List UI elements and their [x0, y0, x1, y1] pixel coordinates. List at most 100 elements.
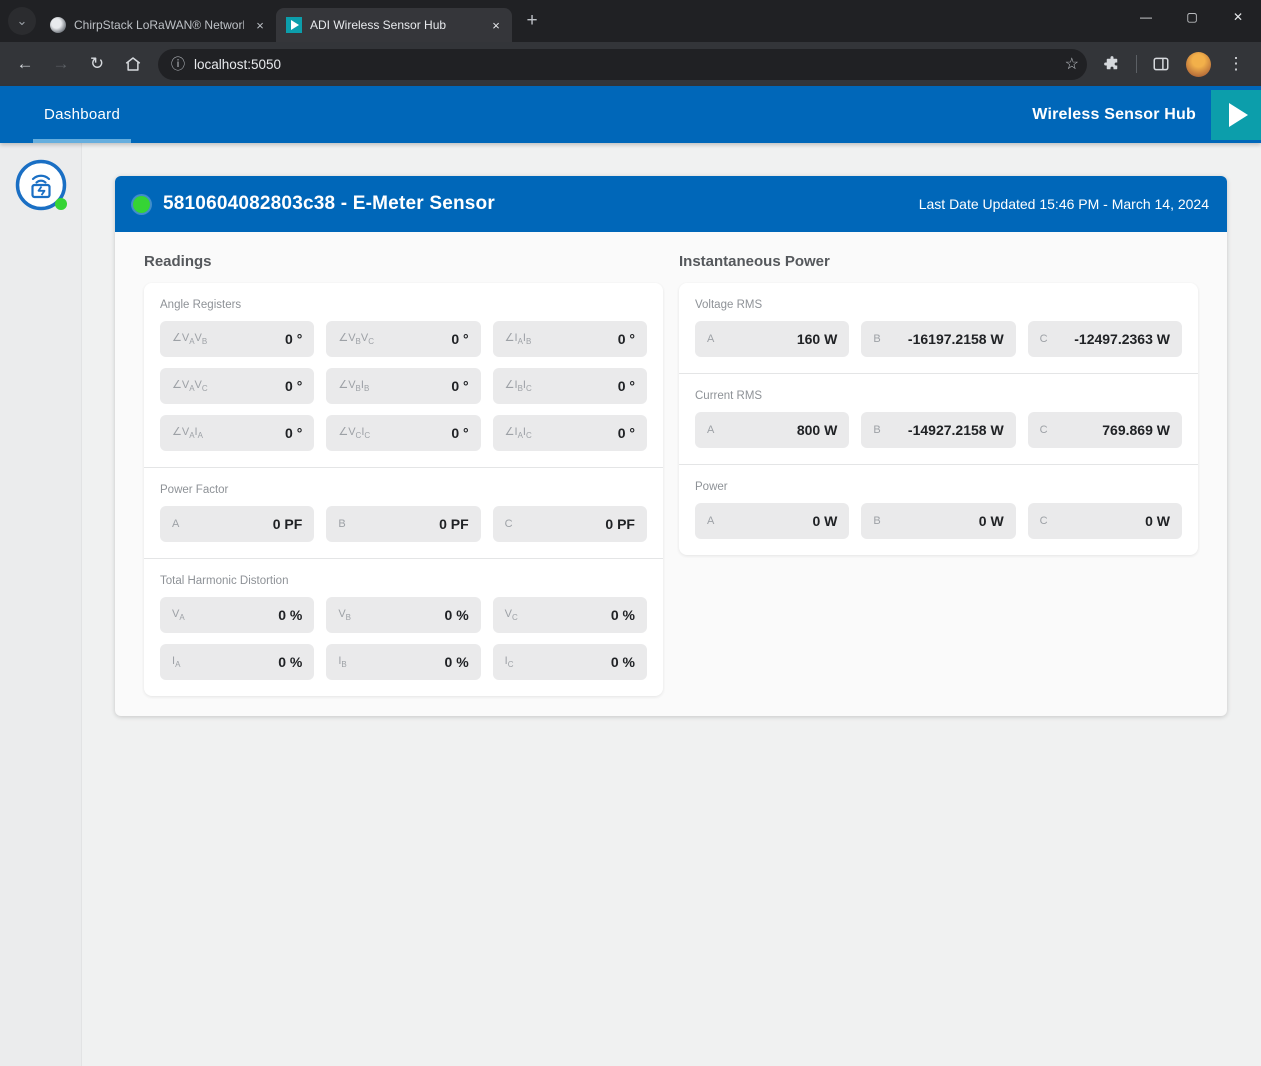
adi-triangle-icon	[1229, 103, 1248, 127]
sidebar	[0, 143, 82, 1066]
field-label: ∠IBIC	[505, 378, 532, 393]
site-info-icon[interactable]: ⓘ	[171, 54, 185, 74]
field-value: 0 °	[618, 425, 635, 441]
field-label: ∠VBVC	[338, 331, 374, 346]
field-label: A	[707, 333, 714, 345]
field-value: 0 W	[812, 513, 837, 529]
browser-toolbar: ← → ↻ ⓘ localhost:5050 ☆ ⋮	[0, 42, 1261, 86]
reading-field: ∠VCIC0 °	[326, 415, 480, 451]
side-panel-icon[interactable]	[1144, 47, 1178, 81]
reading-field: A 160 W	[695, 321, 849, 357]
field-value: 0 PF	[439, 516, 469, 532]
current-rms-grid: A800 WB-14927.2158 WC769.869 W	[695, 412, 1182, 448]
field-value: 0 %	[445, 654, 469, 670]
reading-field: B0 PF	[326, 506, 480, 542]
reading-field: VA0 %	[160, 597, 314, 633]
nav-tab-dashboard[interactable]: Dashboard	[33, 86, 131, 143]
field-label: ∠VCIC	[338, 425, 370, 440]
field-label: C	[505, 518, 513, 530]
panel-divider	[144, 558, 663, 559]
play-triangle-icon	[291, 20, 299, 30]
reload-button[interactable]: ↻	[80, 47, 114, 81]
group-title-thd: Total Harmonic Distortion	[160, 575, 647, 587]
field-value: -12497.2363 W	[1074, 331, 1170, 347]
field-label: IB	[338, 655, 346, 669]
adi-logo[interactable]	[1211, 90, 1261, 140]
kebab-menu-icon[interactable]: ⋮	[1219, 47, 1253, 81]
screen: ⌄ ChirpStack LoRaWAN® Network × ADI Wire…	[0, 0, 1261, 1066]
group-title-current-rms: Current RMS	[695, 390, 1182, 402]
main-content: 5810604082803c38 - E-Meter Sensor Last D…	[82, 143, 1261, 1066]
profile-avatar[interactable]	[1186, 52, 1211, 77]
maximize-button[interactable]: ▢	[1169, 0, 1215, 34]
field-value: 160 W	[797, 331, 837, 347]
device-online-dot	[55, 198, 67, 210]
back-button[interactable]: ←	[8, 47, 42, 81]
field-label: A	[707, 515, 714, 527]
reading-field: ∠VBVC 0 °	[326, 321, 480, 357]
readings-section-title: Readings	[144, 253, 663, 270]
close-window-button[interactable]: ✕	[1215, 0, 1261, 34]
field-label: C	[1040, 515, 1048, 527]
field-label: ∠VAVC	[172, 378, 208, 393]
tab-adi-wireless-sensor-hub[interactable]: ADI Wireless Sensor Hub ×	[276, 8, 512, 42]
extensions-puzzle-icon[interactable]	[1095, 47, 1129, 81]
chirpstack-favicon	[50, 17, 66, 33]
field-label: ∠IAIC	[505, 425, 532, 440]
status-dot	[133, 196, 150, 213]
address-bar[interactable]: ⓘ localhost:5050 ☆	[158, 49, 1087, 80]
sensor-card-body: Readings Angle Registers ∠VAVB0 °∠VBVC0 …	[115, 232, 1227, 716]
field-value: 0 °	[451, 331, 468, 347]
tab-close-icon[interactable]: ×	[252, 17, 268, 33]
tab-chirpstack[interactable]: ChirpStack LoRaWAN® Network ×	[40, 8, 276, 42]
field-label: ∠IAIB	[505, 331, 532, 346]
nav-tab-label: Dashboard	[44, 106, 120, 123]
field-value: -14927.2158 W	[908, 422, 1004, 438]
group-title-voltage-rms: Voltage RMS	[695, 299, 1182, 311]
field-value: 0 W	[979, 513, 1004, 529]
url-text[interactable]: localhost:5050	[194, 57, 1056, 72]
field-value: 0 °	[285, 331, 302, 347]
field-value: 0 %	[278, 607, 302, 623]
forward-button[interactable]: →	[44, 47, 78, 81]
field-value: 769.869 W	[1102, 422, 1170, 438]
panel-divider	[144, 467, 663, 468]
field-value: 800 W	[797, 422, 837, 438]
field-value: 0 °	[285, 425, 302, 441]
reading-field: IB 0 %	[326, 644, 480, 680]
chevron-down-icon: ⌄	[17, 13, 28, 29]
field-label: ∠VBIB	[338, 378, 369, 393]
reading-field: ∠VAVB 0 °	[160, 321, 314, 357]
field-label: IC	[505, 655, 514, 669]
field-value: 0 %	[278, 654, 302, 670]
sensor-title: 5810604082803c38 - E-Meter Sensor	[163, 193, 495, 215]
app-body: 5810604082803c38 - E-Meter Sensor Last D…	[0, 143, 1261, 1066]
reading-field: C 769.869 W	[1028, 412, 1182, 448]
tab-search-button[interactable]: ⌄	[8, 7, 36, 35]
thd-grid: VA0 %VB0 %VC0 %IA0 %IB0 %IC0 %	[160, 597, 647, 680]
sidebar-device-emeter[interactable]	[14, 158, 68, 212]
field-label: C	[1040, 424, 1048, 436]
field-label: IA	[172, 655, 180, 669]
field-label: VB	[338, 608, 351, 622]
field-label: ∠VAVB	[172, 331, 207, 346]
bookmark-star-icon[interactable]: ☆	[1065, 54, 1079, 74]
field-value: 0 °	[618, 331, 635, 347]
window-controls: — ▢ ✕	[1123, 0, 1261, 34]
power-factor-grid: A0 PFB0 PFC0 PF	[160, 506, 647, 542]
field-value: 0 %	[611, 654, 635, 670]
group-title-power: Power	[695, 481, 1182, 493]
browser-tabstrip: ⌄ ChirpStack LoRaWAN® Network × ADI Wire…	[0, 0, 1261, 42]
reading-field: IA 0 %	[160, 644, 314, 680]
tab-close-icon[interactable]: ×	[488, 17, 504, 33]
app-title: Wireless Sensor Hub	[1032, 106, 1196, 124]
reading-field: A 0 W	[695, 503, 849, 539]
last-updated-text: Last Date Updated 15:46 PM - March 14, 2…	[919, 196, 1209, 212]
new-tab-button[interactable]: +	[518, 7, 546, 35]
reading-field: VB0 %	[326, 597, 480, 633]
home-icon[interactable]	[116, 47, 150, 81]
reading-field: B0 W	[861, 503, 1015, 539]
group-title-power-factor: Power Factor	[160, 484, 647, 496]
field-label: A	[707, 424, 714, 436]
minimize-button[interactable]: —	[1123, 0, 1169, 34]
